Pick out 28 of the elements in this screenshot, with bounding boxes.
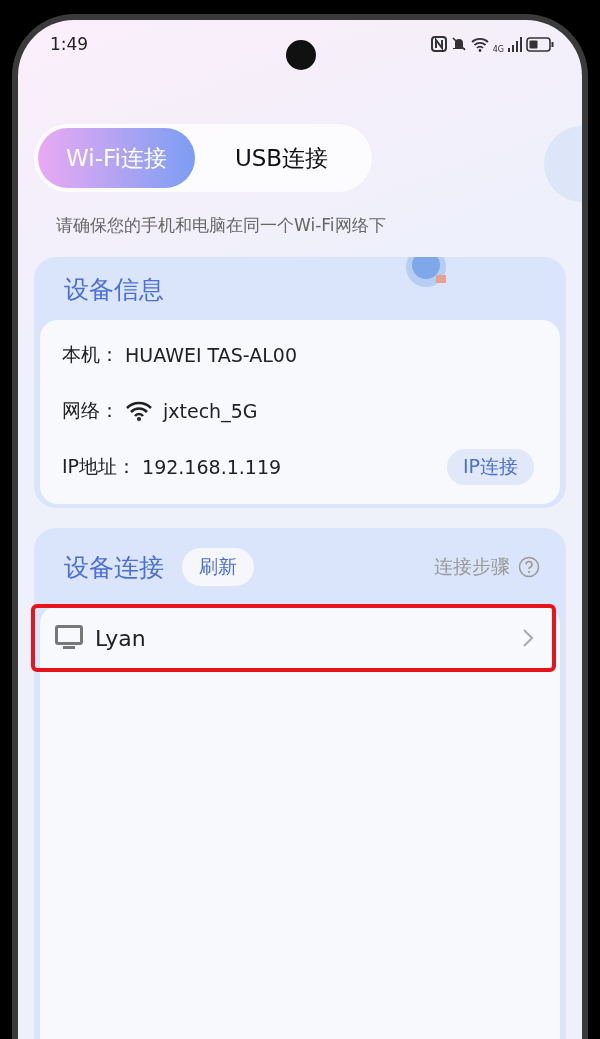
- wifi-icon: [470, 36, 489, 52]
- connection-tab[interactable]: USB连接: [194, 128, 369, 188]
- camera-hole: [286, 40, 316, 70]
- refresh-button[interactable]: 刷新: [182, 548, 254, 586]
- network-type: 4G: [492, 44, 504, 54]
- info-label: IP地址：: [62, 454, 137, 479]
- monitor-icon: [55, 625, 83, 651]
- section-title: 设备连接: [64, 551, 164, 584]
- info-label: 网络：: [62, 398, 119, 423]
- device-item[interactable]: Lyan: [33, 606, 554, 670]
- battery-icon: [526, 36, 554, 52]
- help-icon: [518, 556, 540, 578]
- wifi-icon: [125, 401, 153, 421]
- info-value: jxtech_5G: [163, 400, 258, 422]
- info-value: HUAWEI TAS-AL00: [125, 344, 297, 366]
- status-time: 1:49: [50, 34, 89, 54]
- ip-connect-button[interactable]: IP连接: [446, 449, 534, 485]
- info-value: 192.168.1.119: [142, 456, 282, 478]
- info-label: 本机：: [62, 342, 119, 367]
- mute-bell-icon: [450, 36, 467, 52]
- connection-steps-link[interactable]: 连接步骤: [434, 554, 540, 580]
- nfc-icon: [430, 36, 447, 52]
- device-name: Lyan: [95, 625, 146, 651]
- signal-icon: [508, 36, 522, 52]
- section-title: 设备信息: [64, 274, 164, 306]
- connection-tab[interactable]: Wi-Fi连接: [38, 128, 195, 188]
- hint-text: 请确保您的手机和电脑在同一个Wi-Fi网络下: [56, 214, 387, 237]
- chevron-right-icon: [522, 628, 534, 648]
